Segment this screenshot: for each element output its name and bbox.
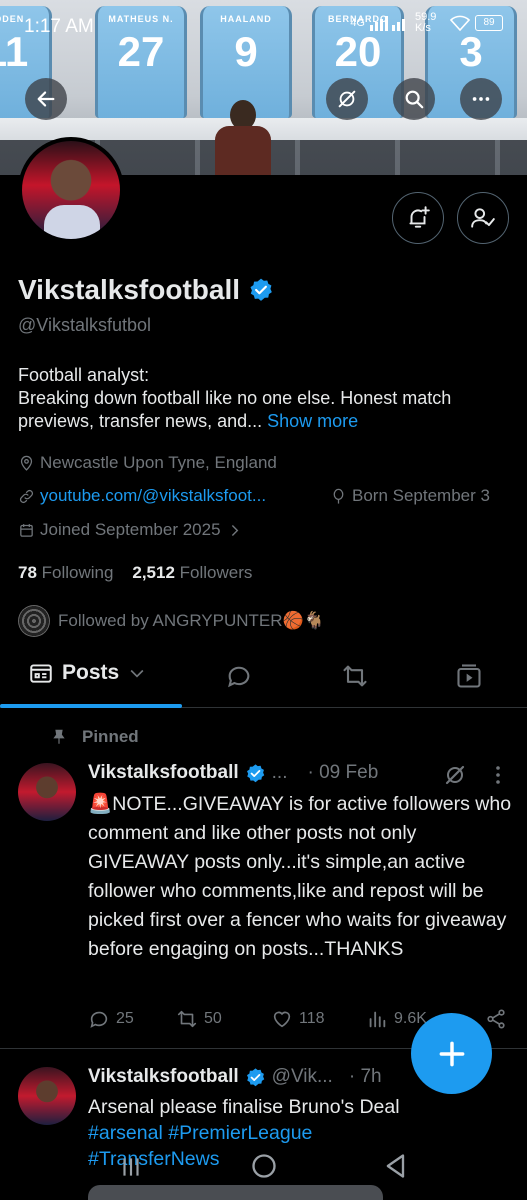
bio-text: Breaking down football like no one else.…	[18, 388, 452, 431]
profile-avatar[interactable]	[18, 137, 124, 243]
tab-posts[interactable]: Posts	[28, 660, 147, 686]
search-icon	[405, 90, 424, 109]
tab-media-icon[interactable]	[455, 662, 483, 690]
grok-button[interactable]	[326, 78, 368, 120]
tweet-body: Arsenal please finalise Bruno's Deal	[88, 1096, 400, 1118]
compose-button[interactable]	[411, 1013, 492, 1094]
status-icons: 4G 59.9 K/s 89	[350, 12, 503, 34]
user-check-icon	[471, 208, 495, 228]
reply-icon	[90, 1011, 108, 1028]
profile-bio: Football analyst: Breaking down football…	[18, 364, 518, 433]
following-count: 78	[18, 563, 37, 582]
more-options-button[interactable]	[460, 78, 502, 120]
show-more-link[interactable]: Show more	[267, 411, 358, 431]
following-link[interactable]: 78 Following	[18, 563, 113, 582]
verified-badge-icon	[246, 1067, 264, 1086]
share-icon[interactable]	[485, 1008, 507, 1030]
profile-website[interactable]: youtube.com/@vikstalksfoot...	[18, 486, 266, 506]
bell-plus-icon	[409, 206, 430, 228]
like-button[interactable]: 118	[271, 1008, 325, 1030]
chevron-right-icon	[231, 524, 238, 536]
balloon-icon	[333, 488, 344, 504]
followed-by[interactable]: Followed by ANGRYPUNTER🏀🐐	[18, 605, 325, 637]
following-label: Following	[41, 563, 114, 582]
tab-posts-label: Posts	[62, 661, 120, 684]
back-button[interactable]	[25, 78, 67, 120]
tab-indicator	[0, 704, 182, 708]
data-speed: 59.9 K/s	[415, 11, 437, 34]
profile-joined[interactable]: Joined September 2025	[18, 520, 243, 540]
repost-button[interactable]: 50	[176, 1008, 222, 1030]
heart-icon	[273, 1011, 291, 1028]
arrow-left-icon	[37, 91, 55, 107]
tweet-author-handle: @Vik...	[271, 1066, 333, 1087]
verified-badge-icon	[250, 278, 272, 301]
system-nav-bar	[0, 1140, 527, 1200]
repost-icon	[177, 1010, 197, 1028]
pinned-text: Pinned	[82, 727, 139, 746]
following-button[interactable]	[457, 192, 509, 244]
tweet-time: · 7h	[348, 1066, 382, 1087]
plus-icon	[439, 1041, 464, 1066]
repost-count: 50	[204, 1010, 222, 1027]
website-link[interactable]: youtube.com/@vikstalksfoot...	[40, 486, 266, 506]
pin-icon	[53, 729, 65, 744]
tweet-author-name[interactable]: Vikstalksfootball	[88, 1066, 239, 1088]
tweet-header: Vikstalksfootball ... · 09 Feb	[88, 762, 378, 784]
search-button[interactable]	[393, 78, 435, 120]
wifi-icon	[450, 15, 470, 31]
link-icon	[19, 489, 34, 503]
followers-label: Followers	[179, 563, 253, 582]
tweet-avatar[interactable]	[18, 763, 76, 821]
follow-counts: 78 Following 2,512 Followers	[18, 563, 252, 583]
followers-link[interactable]: 2,512 Followers	[132, 563, 252, 582]
profile-birthday: Born September 3	[330, 486, 490, 506]
banner-person	[215, 100, 271, 175]
views-icon	[369, 1011, 386, 1028]
profile-handle: @Vikstalksfutbol	[18, 315, 151, 335]
views-button[interactable]: 9.6K	[366, 1008, 427, 1030]
follower-avatar	[18, 605, 50, 637]
home-icon[interactable]	[250, 1152, 278, 1180]
battery-icon: 89	[475, 15, 503, 31]
reply-button[interactable]: 25	[88, 1008, 134, 1030]
location-pin-icon	[20, 455, 33, 471]
followers-count: 2,512	[132, 563, 175, 582]
more-dots-icon	[472, 97, 490, 101]
grok-icon	[338, 90, 356, 108]
grok-icon[interactable]	[443, 763, 467, 787]
signal-icon	[370, 16, 405, 31]
back-nav-icon[interactable]	[382, 1152, 410, 1180]
tweet-more-icon[interactable]	[486, 763, 510, 787]
profile-tabs: Posts	[0, 650, 527, 708]
tweet-time: · 09 Feb	[307, 762, 379, 783]
recents-icon[interactable]	[118, 1154, 144, 1180]
tweet-text: 🚨NOTE...GIVEAWAY is for active followers…	[88, 793, 512, 960]
profile-location: Newcastle Upon Tyne, England	[18, 453, 277, 473]
notifications-button[interactable]	[392, 192, 444, 244]
profile-name: Vikstalksfootball	[18, 274, 274, 306]
like-count: 118	[299, 1010, 325, 1027]
reply-count: 25	[116, 1010, 134, 1027]
posts-icon	[30, 664, 52, 683]
status-bar: 1:17 AM 4G 59.9 K/s 89	[0, 0, 527, 52]
pinned-label: Pinned	[50, 727, 139, 747]
status-time: 1:17 AM	[24, 16, 94, 37]
chevron-down-icon	[130, 669, 144, 678]
tweet-author-name[interactable]: Vikstalksfootball	[88, 762, 239, 784]
followed-by-text: Followed by ANGRYPUNTER🏀🐐	[58, 611, 325, 630]
bio-line: Football analyst:	[18, 365, 150, 385]
location-text: Newcastle Upon Tyne, England	[40, 453, 277, 472]
tab-reposts-icon[interactable]	[341, 662, 369, 690]
birthday-text: Born September 3	[352, 486, 490, 505]
network-type: 4G	[350, 17, 365, 29]
verified-badge-icon	[246, 763, 264, 782]
calendar-icon	[20, 523, 33, 537]
tab-replies-icon[interactable]	[225, 662, 253, 690]
tweet-header: Vikstalksfootball @Vik... · 7h	[88, 1066, 382, 1088]
joined-text: Joined September 2025	[40, 520, 221, 539]
display-name: Vikstalksfootball	[18, 274, 241, 305]
tweet-avatar[interactable]	[18, 1067, 76, 1125]
tweet-author-handle: ...	[271, 762, 288, 783]
